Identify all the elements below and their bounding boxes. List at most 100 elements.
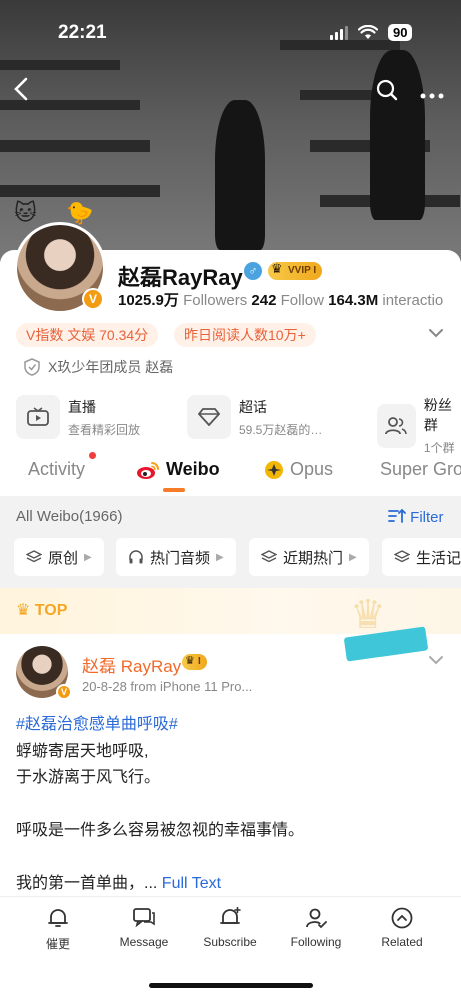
live-entry[interactable]: 直播 查看精彩回放 bbox=[16, 395, 140, 439]
subscribe-label: Subscribe bbox=[203, 935, 257, 949]
top-post-banner bbox=[0, 588, 461, 634]
message-label: Message bbox=[119, 935, 169, 949]
interactions-count: 164.3M bbox=[328, 292, 379, 309]
tv-icon bbox=[16, 395, 60, 439]
readers-chip[interactable]: 昨日阅读人数10万+ bbox=[174, 323, 316, 347]
live-entry-title: 直播 bbox=[68, 398, 96, 415]
post-body: #赵磊治愈感单曲呼吸# 蜉蝣寄居天地呼吸, 于水游离于风飞行。 呼吸是一件多么容… bbox=[16, 712, 446, 898]
message-icon bbox=[133, 908, 155, 928]
tab-weibo-label: Weibo bbox=[166, 459, 220, 479]
following-label[interactable]: Follow bbox=[281, 292, 324, 309]
profile-stats: 1025.9万 Followers 242 Follow 164.3M inte… bbox=[118, 289, 443, 310]
chevron-left-icon bbox=[14, 77, 28, 101]
post-line: 于水游离于风飞行。 bbox=[16, 769, 161, 786]
crown-watermark-icon: ♛ bbox=[350, 593, 386, 637]
chevron-up-circle-icon bbox=[391, 907, 413, 929]
top-label: ♛ TOP bbox=[16, 600, 67, 620]
fan-group-entry[interactable]: 粉丝群 1个群 bbox=[377, 395, 461, 456]
subscribe-button[interactable]: Subscribe bbox=[190, 907, 270, 949]
tab-opus[interactable]: Opus bbox=[264, 459, 333, 480]
back-button[interactable] bbox=[12, 76, 30, 107]
verified-v-icon: V bbox=[56, 684, 72, 700]
following-count[interactable]: 242 bbox=[251, 292, 276, 309]
status-icons: 90 bbox=[330, 24, 413, 41]
status-time: 22:21 bbox=[58, 22, 107, 43]
fan-group-entry-sub: 1个群 bbox=[423, 441, 455, 455]
bell-icon bbox=[48, 909, 68, 927]
pill-original-label: 原创 bbox=[48, 549, 79, 567]
filter-button[interactable]: Filter bbox=[388, 508, 444, 526]
chevron-down-icon bbox=[429, 656, 443, 665]
profile-avatar[interactable]: V bbox=[14, 222, 106, 314]
followers-count[interactable]: 1025.9万 bbox=[118, 292, 179, 309]
filter-label: Filter bbox=[410, 509, 444, 526]
tab-super-group[interactable]: Super Gro bbox=[380, 459, 461, 480]
group-icon bbox=[377, 403, 416, 448]
supertopic-entry-title: 超话 bbox=[239, 398, 267, 415]
profile-name: 赵磊RayRay bbox=[118, 265, 243, 290]
post-excerpt: 我的第一首单曲，... bbox=[16, 875, 158, 892]
v-index-chip[interactable]: V指数 文娱 70.34分 bbox=[16, 323, 159, 347]
post-line: 呼吸是一件多么容易被忽视的幸福事情。 bbox=[16, 822, 305, 839]
sort-filter-icon bbox=[388, 508, 406, 523]
caret-right-icon: ▶ bbox=[84, 551, 92, 563]
weibo-logo-icon bbox=[137, 461, 159, 479]
crown-icon: ♛ bbox=[16, 602, 31, 619]
expand-profile-button[interactable] bbox=[428, 325, 444, 343]
vvip-badge[interactable]: ♛ VVIP I bbox=[268, 261, 323, 280]
top-label-text: TOP bbox=[34, 602, 68, 619]
home-indicator bbox=[149, 983, 313, 988]
verified-v-icon: V bbox=[82, 288, 104, 310]
more-dots-icon bbox=[420, 93, 444, 99]
related-button[interactable]: Related bbox=[362, 907, 442, 949]
post-line bbox=[16, 845, 446, 872]
post-line bbox=[16, 792, 446, 819]
male-gender-icon: ♂ bbox=[244, 262, 262, 280]
signal-icon bbox=[330, 25, 348, 40]
pill-original[interactable]: 原创 ▶ bbox=[14, 538, 104, 576]
pill-hot-audio-label: 热门音频 bbox=[150, 549, 211, 567]
interactions-label: interactio bbox=[382, 292, 444, 309]
crown-icon: ♛ bbox=[185, 655, 195, 667]
tab-weibo[interactable]: Weibo bbox=[136, 459, 220, 480]
full-text-link[interactable]: Full Text bbox=[162, 875, 221, 892]
battery-indicator: 90 bbox=[388, 24, 413, 41]
pill-life-label: 生活记 bbox=[416, 549, 461, 567]
layers-icon bbox=[394, 550, 410, 563]
diamond-icon bbox=[187, 395, 231, 439]
post-author[interactable]: 赵磊 RayRay bbox=[82, 652, 181, 677]
headphones-icon bbox=[129, 550, 143, 564]
post-avatar[interactable]: V bbox=[16, 646, 72, 700]
notification-dot bbox=[89, 452, 96, 459]
member-text: X玖少年团成员 赵磊 bbox=[48, 359, 174, 375]
pill-hot-audio[interactable]: 热门音频 ▶ bbox=[116, 538, 236, 576]
layers-icon bbox=[261, 550, 277, 563]
fan-group-entry-title: 粉丝群 bbox=[423, 397, 452, 433]
search-icon bbox=[376, 79, 398, 101]
tab-opus-label: Opus bbox=[290, 459, 334, 479]
pill-recent-hot[interactable]: 近期热门 ▶ bbox=[249, 538, 369, 576]
level-badge: ♛ I bbox=[182, 654, 207, 670]
message-button[interactable]: Message bbox=[104, 907, 184, 949]
member-info: X玖少年团成员 赵磊 bbox=[24, 357, 173, 377]
related-label: Related bbox=[381, 935, 423, 949]
followers-label[interactable]: Followers bbox=[183, 292, 247, 309]
post-meta: 20-8-28 from iPhone 11 Pro... bbox=[82, 679, 253, 694]
subscribe-bell-icon bbox=[220, 907, 241, 924]
all-weibo-count: All Weibo(1966) bbox=[16, 508, 123, 525]
supertopic-entry[interactable]: 超话 59.5万赵磊的… bbox=[187, 395, 322, 439]
level-badge-label: I bbox=[198, 656, 201, 667]
chevron-down-icon bbox=[429, 329, 443, 338]
post-more-button[interactable] bbox=[428, 652, 444, 670]
supertopic-entry-sub: 59.5万赵磊的… bbox=[239, 422, 323, 437]
pill-recent-hot-label: 近期热门 bbox=[283, 549, 344, 567]
more-button[interactable] bbox=[420, 86, 444, 104]
vvip-badge-label: VVIP I bbox=[288, 265, 317, 276]
tab-activity[interactable]: Activity bbox=[28, 459, 85, 480]
search-button[interactable] bbox=[376, 79, 398, 106]
urge-update-button[interactable]: 催更 bbox=[18, 907, 98, 952]
crown-icon: ♛ bbox=[271, 261, 283, 276]
following-button[interactable]: Following bbox=[276, 907, 356, 949]
pill-life[interactable]: 生活记 bbox=[382, 538, 461, 576]
post-hashtag[interactable]: #赵磊治愈感单曲呼吸# bbox=[16, 712, 446, 739]
